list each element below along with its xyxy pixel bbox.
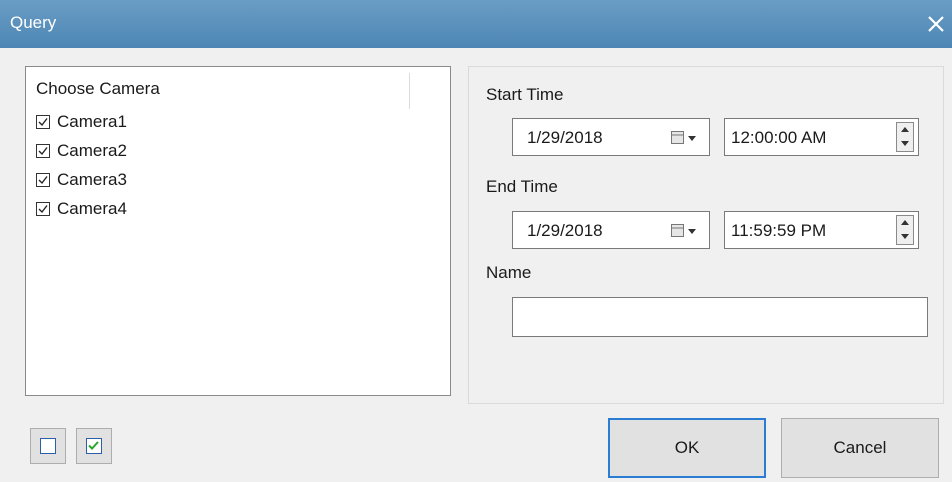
camera3-checkbox[interactable] — [36, 173, 50, 187]
camera-label: Camera1 — [57, 112, 127, 131]
camera-label: Camera4 — [57, 199, 127, 218]
name-label: Name — [486, 263, 532, 282]
camera1-checkbox[interactable] — [36, 115, 50, 129]
title-bar: Query — [0, 0, 952, 48]
camera-item-2[interactable]: Camera2 — [36, 138, 127, 164]
deselect-all-button[interactable] — [30, 428, 66, 464]
camera-list-header: Choose Camera — [36, 79, 160, 98]
camera-item-1[interactable]: Camera1 — [36, 109, 127, 135]
camera-item-3[interactable]: Camera3 — [36, 167, 127, 193]
end-time-label: End Time — [486, 177, 558, 196]
calendar-dropdown-icon[interactable] — [671, 224, 701, 238]
camera-list: Choose Camera Camera1 Camera2 Camera3 Ca… — [25, 66, 451, 396]
start-date-picker[interactable]: 1/29/2018 — [512, 118, 710, 156]
camera-label: Camera2 — [57, 141, 127, 160]
spin-up-icon[interactable] — [897, 216, 913, 230]
window-title: Query — [10, 13, 57, 32]
camera-label: Camera3 — [57, 170, 127, 189]
close-icon[interactable] — [926, 14, 946, 34]
camera4-checkbox[interactable] — [36, 202, 50, 216]
calendar-dropdown-icon[interactable] — [671, 131, 701, 145]
header-separator — [409, 73, 410, 109]
select-all-button[interactable] — [76, 428, 112, 464]
spin-down-icon[interactable] — [897, 230, 913, 244]
camera-item-4[interactable]: Camera4 — [36, 196, 127, 222]
start-time-picker[interactable]: 12:00:00 AM — [724, 118, 919, 156]
end-date-picker[interactable]: 1/29/2018 — [512, 211, 710, 249]
spinner-icon[interactable] — [896, 122, 914, 152]
start-time-label: Start Time — [486, 85, 564, 104]
camera2-checkbox[interactable] — [36, 144, 50, 158]
start-date-value: 1/29/2018 — [527, 128, 603, 147]
spin-up-icon[interactable] — [897, 123, 913, 137]
spin-down-icon[interactable] — [897, 137, 913, 151]
cancel-button[interactable]: Cancel — [781, 418, 939, 478]
end-time-picker[interactable]: 11:59:59 PM — [724, 211, 919, 249]
spinner-icon[interactable] — [896, 215, 914, 245]
ok-button[interactable]: OK — [608, 418, 766, 478]
checked-checkbox-icon — [86, 438, 102, 454]
empty-checkbox-icon — [40, 438, 56, 454]
start-time-value: 12:00:00 AM — [731, 128, 827, 147]
name-input[interactable] — [512, 297, 928, 337]
end-date-value: 1/29/2018 — [527, 221, 603, 240]
end-time-value: 11:59:59 PM — [731, 221, 827, 240]
